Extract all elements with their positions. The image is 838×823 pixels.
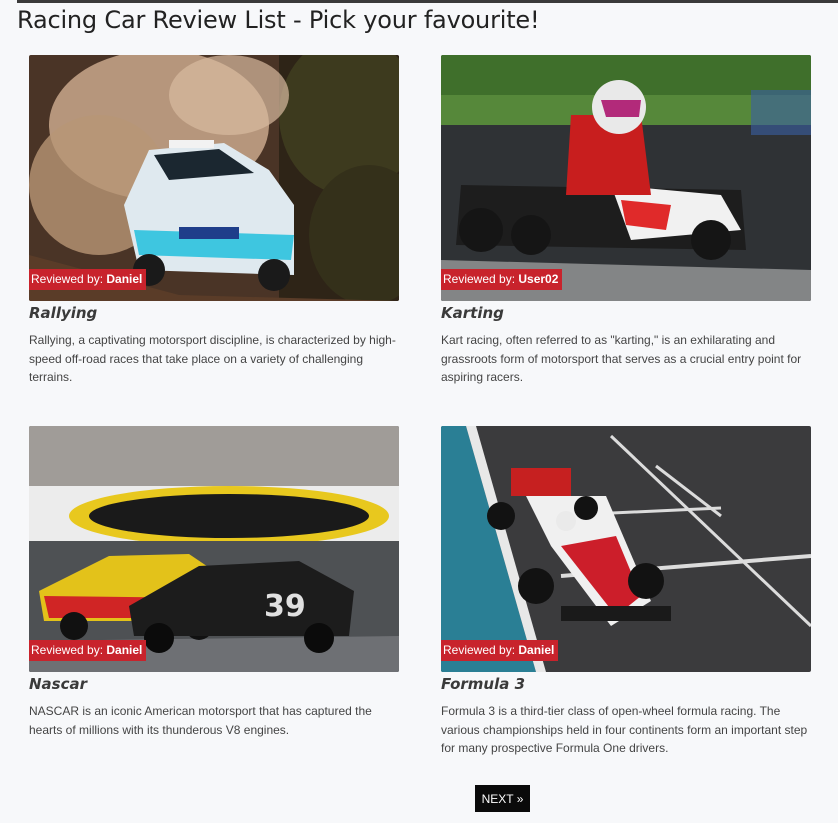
reviewer-name: Daniel: [518, 643, 555, 657]
badge-prefix: Reviewed by:: [443, 272, 519, 286]
reviewer-name: Daniel: [106, 643, 143, 657]
badge-prefix: Reviewed by:: [443, 643, 519, 657]
next-button[interactable]: NEXT »: [475, 785, 530, 812]
page-title: Racing Car Review List - Pick your favou…: [17, 6, 540, 34]
rally-car-photo[interactable]: Reviewed by: Daniel: [29, 55, 399, 301]
reviewed-by-badge: Reviewed by: Daniel: [441, 640, 559, 661]
review-description: NASCAR is an iconic American motorsport …: [29, 704, 372, 737]
badge-prefix: Reviewed by:: [31, 272, 107, 286]
review-card-karting[interactable]: Reviewed by: User02 Karting Kart racing,…: [441, 55, 813, 387]
reviewed-by-badge: Reviewed by: Daniel: [29, 640, 147, 661]
review-card-nascar[interactable]: 39 Reviewed by: Daniel Nascar NASCAR is …: [29, 426, 401, 739]
reviewer-name: User02: [518, 272, 559, 286]
badge-prefix: Reviewed by:: [31, 643, 107, 657]
review-description: Kart racing, often referred to as "karti…: [441, 333, 802, 384]
review-title[interactable]: Rallying: [29, 304, 401, 322]
review-title[interactable]: Nascar: [29, 675, 401, 693]
review-card-formula-3[interactable]: Reviewed by: Daniel Formula 3 Formula 3 …: [441, 426, 813, 758]
reviewer-name: Daniel: [106, 272, 143, 286]
review-card-rallying[interactable]: Reviewed by: Daniel Rallying Rallying, a…: [29, 55, 401, 387]
review-title[interactable]: Formula 3: [441, 675, 813, 693]
reviewed-by-badge: Reviewed by: Daniel: [29, 269, 147, 290]
review-description: Formula 3 is a third-tier class of open-…: [441, 704, 808, 755]
review-description: Rallying, a captivating motorsport disci…: [29, 333, 396, 384]
kart-racing-photo[interactable]: Reviewed by: User02: [441, 55, 811, 301]
reviewed-by-badge: Reviewed by: User02: [441, 269, 563, 290]
svg-text:39: 39: [264, 589, 306, 624]
review-title[interactable]: Karting: [441, 304, 813, 322]
nascar-photo[interactable]: 39 Reviewed by: Daniel: [29, 426, 399, 672]
formula-3-photo[interactable]: Reviewed by: Daniel: [441, 426, 811, 672]
top-border: [17, 0, 838, 3]
